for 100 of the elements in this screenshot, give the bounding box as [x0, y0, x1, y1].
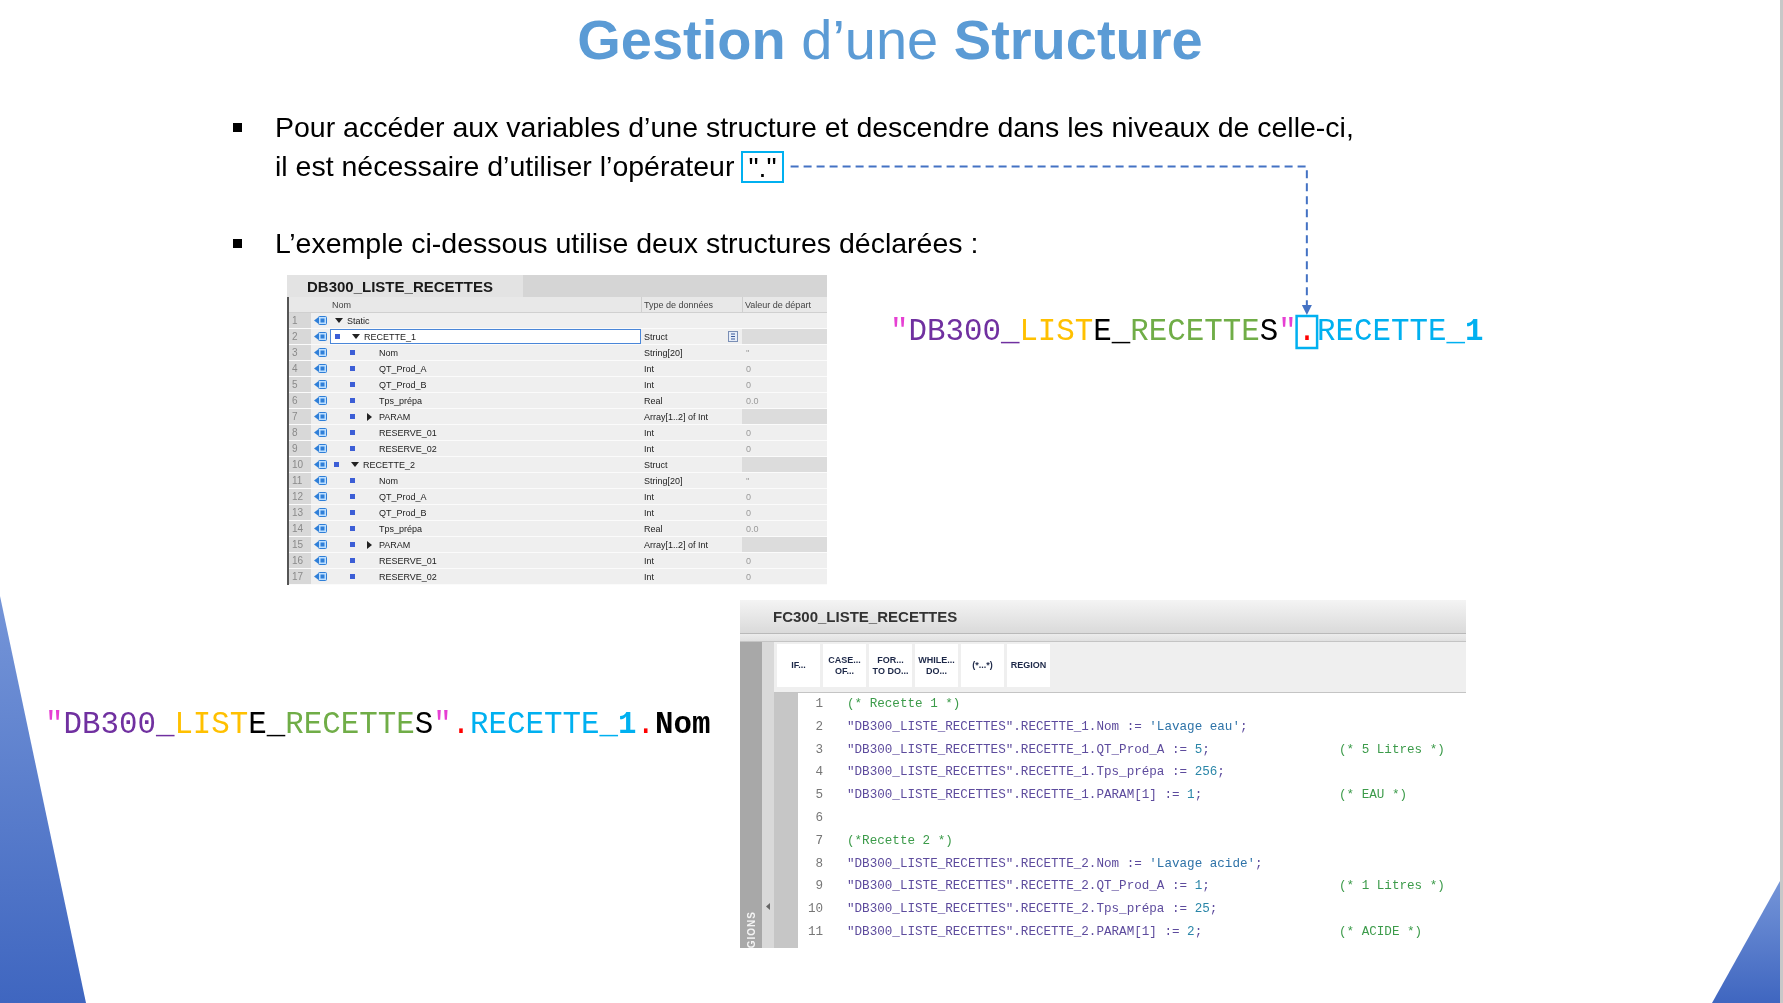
arrow-box-icon — [314, 524, 327, 533]
arrow-box-icon — [314, 412, 327, 421]
table-row[interactable]: 13 QT_Prod_B Int 0 — [289, 505, 827, 521]
code-comment: (* EAU *) — [1339, 787, 1408, 805]
value-cell-text: '' — [745, 346, 751, 360]
table-row[interactable]: 10 RECETTE_2 Struct — [289, 457, 827, 473]
row-number: 5 — [289, 377, 311, 392]
operator-box: "." — [741, 150, 784, 183]
row-number: 1 — [289, 313, 311, 328]
member-name: PARAM — [379, 539, 411, 550]
square-icon — [350, 526, 355, 531]
table-row[interactable]: 15 PARAM Array[1..2] of Int — [289, 537, 827, 553]
table-row[interactable]: 11 Nom String[20] '' — [289, 473, 827, 489]
table-row[interactable]: 14 Tps_prépa Real 0.0 — [289, 521, 827, 537]
row-number: 10 — [289, 457, 311, 472]
table-row[interactable]: 6 Tps_prépa Real 0.0 — [289, 393, 827, 409]
triangle-down-icon[interactable] — [351, 462, 359, 467]
toolbar-button[interactable]: REGION — [1007, 644, 1050, 687]
value-cell-text: 0 — [745, 378, 752, 392]
triangle-down-icon[interactable] — [335, 318, 343, 323]
arrow-box-icon — [314, 444, 327, 453]
code-comment: (* 1 Litres *) — [1339, 878, 1445, 896]
line-number: 9 — [815, 878, 823, 896]
member-name: Static — [347, 315, 370, 326]
row-number: 3 — [289, 345, 311, 360]
square-icon — [350, 366, 355, 371]
member-name: QT_Prod_B — [379, 379, 427, 390]
data-type: Real — [644, 523, 663, 534]
table-row[interactable]: 8 RESERVE_01 Int 0 — [289, 425, 827, 441]
square-icon — [350, 574, 355, 579]
code-comment: (*Recette 2 *) — [847, 832, 953, 850]
data-type: Int — [644, 379, 654, 390]
toolbar-button[interactable]: (*...*) — [961, 644, 1004, 687]
arrow-box-icon — [314, 316, 327, 325]
member-name: QT_Prod_A — [379, 363, 427, 374]
slide-title: Gestion d’une Structure — [577, 7, 1203, 73]
value-cell-text: 0 — [745, 442, 752, 456]
triangle-right-icon[interactable] — [367, 540, 372, 549]
table-row[interactable]: 16 RESERVE_01 Int 0 — [289, 553, 827, 569]
table-row[interactable]: 9 RESERVE_02 Int 0 — [289, 441, 827, 457]
row-number: 2 — [289, 329, 311, 344]
caret-left-icon[interactable] — [766, 903, 770, 910]
table-row[interactable]: 4 QT_Prod_A Int 0 — [289, 361, 827, 377]
table-row[interactable]: 3 Nom String[20] '' — [289, 345, 827, 361]
value-cell-text: 0 — [745, 554, 752, 568]
line-number: 7 — [815, 832, 823, 850]
square-icon — [334, 462, 339, 467]
table-row[interactable]: 5 QT_Prod_B Int 0 — [289, 377, 827, 393]
table-row[interactable]: 17 RESERVE_02 Int 0 — [289, 569, 827, 585]
row-number: 17 — [289, 569, 311, 584]
code-line: "DB300_LISTE_RECETTES".RECETTE_2.QT_Prod_A := 1; — [847, 878, 1210, 896]
line-number: 2 — [815, 718, 823, 736]
column-header: Valeur de départ — [745, 299, 811, 310]
list-icon[interactable] — [728, 331, 738, 342]
arrow-box-icon — [314, 492, 327, 501]
data-type: Struct — [644, 331, 668, 342]
toolbar-button[interactable]: WHILE... DO... — [915, 644, 958, 687]
square-icon — [350, 478, 355, 483]
data-type: String[20] — [644, 347, 683, 358]
member-name: Nom — [379, 475, 398, 486]
row-number: 11 — [289, 473, 311, 488]
selected-name-cell[interactable]: RECETTE_1 — [330, 329, 641, 344]
member-name: RECETTE_2 — [363, 459, 415, 470]
value-cell-text: 0 — [745, 362, 752, 376]
square-icon — [350, 446, 355, 451]
table-row[interactable]: 12 QT_Prod_A Int 0 — [289, 489, 827, 505]
table-row[interactable]: 1 Static — [289, 313, 827, 329]
data-type: Int — [644, 491, 654, 502]
bullet-icon — [233, 239, 242, 248]
toolbar-button[interactable]: FOR... TO DO... — [869, 644, 912, 687]
value-cell-text: 0 — [745, 490, 752, 504]
data-type: Int — [644, 363, 654, 374]
triangle-down-icon[interactable] — [352, 334, 360, 339]
table-title: DB300_LISTE_RECETTES — [307, 277, 493, 295]
code-expression: "DB300_LISTE_RECETTES".RECETTE_1.Nom — [45, 707, 711, 743]
bullet-text: il est nécessaire d’utiliser l’opérateur — [275, 149, 735, 184]
arrow-box-icon — [314, 428, 327, 437]
bullet-text: Pour accéder aux variables d’une structure et descendre dans les niveaux de celle-ci, — [275, 110, 1354, 145]
row-number: 7 — [289, 409, 311, 424]
code-comment: (* 5 Litres *) — [1339, 741, 1445, 759]
line-number: 8 — [815, 855, 823, 873]
table-row[interactable]: 2 RECETTE_1 Struct — [289, 329, 827, 345]
data-type: Array[1..2] of Int — [644, 539, 709, 550]
square-icon — [350, 382, 355, 387]
toolbar-button[interactable]: CASE... OF... — [823, 644, 866, 687]
column-header: Nom — [332, 299, 351, 310]
square-icon — [350, 414, 355, 419]
data-type: Int — [644, 507, 654, 518]
triangle-right-icon[interactable] — [367, 412, 372, 421]
row-number: 9 — [289, 441, 311, 456]
square-icon — [350, 430, 355, 435]
toolbar-button[interactable]: IF... — [777, 644, 820, 687]
row-number: 14 — [289, 521, 311, 536]
arrow-box-icon — [314, 364, 327, 373]
table-row[interactable]: 7 PARAM Array[1..2] of Int — [289, 409, 827, 425]
code-expression: "DB300_LISTE_RECETTES".RECETTE_1 — [890, 314, 1484, 350]
data-type: Int — [644, 427, 654, 438]
value-cell-text: 0.0 — [745, 394, 760, 408]
code-line: "DB300_LISTE_RECETTES".RECETTE_1.QT_Prod_A := 5; — [847, 741, 1210, 759]
code-comment: (* Recette 1 *) — [847, 696, 961, 713]
